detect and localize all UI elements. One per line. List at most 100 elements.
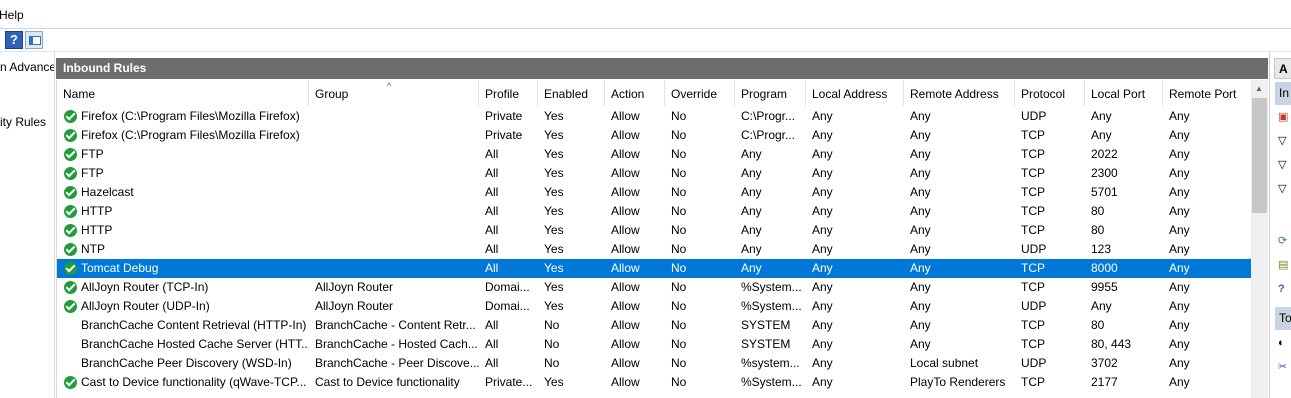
column-header-override[interactable]: Override xyxy=(665,80,735,106)
column-header-name[interactable]: Name xyxy=(57,80,309,106)
cell-remote-port: Any xyxy=(1169,185,1190,199)
cell-action: Allow xyxy=(611,185,640,199)
table-row[interactable]: BranchCache Content Retrieval (HTTP-In) B… xyxy=(57,316,1252,335)
cell-local-address: Any xyxy=(812,280,833,294)
tree-item-security-rules[interactable]: ity Rules xyxy=(0,115,46,129)
table-row[interactable]: Hazelcast All Yes Allow No Any Any Any TCP 5701 An… xyxy=(57,183,1252,202)
table-row[interactable]: BranchCache Hosted Cache Server (HTT... B… xyxy=(57,335,1252,354)
column-header-group[interactable]: Group xyxy=(309,80,479,106)
cell-enabled: Yes xyxy=(544,261,564,275)
cell-program: Any xyxy=(741,223,762,237)
cell-local-port: 2300 xyxy=(1091,166,1118,180)
show-hide-action-pane-icon[interactable] xyxy=(25,31,43,49)
cell-remote-port: Any xyxy=(1169,356,1190,370)
cell-profile: All xyxy=(485,242,499,256)
new-rule-icon[interactable]: ▣ xyxy=(1278,110,1291,124)
cell-enabled: Yes xyxy=(544,185,564,199)
cell-group xyxy=(309,107,479,126)
cell-action: Allow xyxy=(611,223,640,237)
cell-local-port: 2177 xyxy=(1091,375,1118,389)
cell-profile: All xyxy=(485,337,499,351)
cell-group xyxy=(309,126,479,145)
help-icon[interactable]: ? xyxy=(5,31,23,49)
cell-remote-address: Any xyxy=(910,109,931,123)
cell-profile: All xyxy=(485,318,499,332)
table-row[interactable]: Firefox (C:\Program Files\Mozilla Firefo… xyxy=(57,126,1252,145)
table-row[interactable]: Tomcat Debug All Yes Allow No Any Any Any TCP 800… xyxy=(57,259,1252,278)
cell-local-port: Any xyxy=(1091,128,1112,142)
cell-remote-address: Any xyxy=(910,128,931,142)
column-header-remote-address[interactable]: Remote Address xyxy=(904,80,1015,106)
cell-local-port: 80, 443 xyxy=(1091,337,1132,351)
cell-local-port: 80 xyxy=(1091,223,1105,237)
cell-override: No xyxy=(671,261,687,275)
help-action-icon[interactable]: ? xyxy=(1278,282,1291,296)
cell-action: Allow xyxy=(611,299,640,313)
menu-help[interactable]: Help xyxy=(0,8,24,22)
enabled-rule-icon xyxy=(64,186,77,199)
actions-section-selected[interactable]: To xyxy=(1275,307,1291,330)
vertical-scrollbar[interactable]: ▲ xyxy=(1251,80,1268,398)
column-header-action[interactable]: Action xyxy=(605,80,665,106)
enabled-rule-icon xyxy=(64,243,77,256)
table-row[interactable]: FTP All Yes Allow No Any Any Any TCP 2300 Any xyxy=(57,164,1252,183)
cell-remote-port: Any xyxy=(1169,318,1190,332)
cell-group xyxy=(309,202,479,221)
table-row[interactable]: Cast to Device functionality (qWave-TCP.… xyxy=(57,373,1252,392)
cell-remote-port: Any xyxy=(1169,109,1190,123)
cell-program: Any xyxy=(741,204,762,218)
cell-profile: Private xyxy=(485,128,523,142)
cell-action: Allow xyxy=(611,109,640,123)
cell-protocol: UDP xyxy=(1021,356,1047,370)
cell-remote-address: PlayTo Renderers xyxy=(910,375,1006,389)
table-row[interactable]: BranchCache Peer Discovery (WSD-In) Branc… xyxy=(57,354,1252,373)
table-row[interactable]: Firefox (C:\Program Files\Mozilla Firefo… xyxy=(57,107,1252,126)
cell-group: BranchCache - Hosted Cach... xyxy=(315,337,478,351)
filter-state-icon[interactable]: ▽ xyxy=(1278,158,1291,172)
disable-rule-icon[interactable]: ◐ xyxy=(1278,336,1291,350)
cell-action: Allow xyxy=(611,166,640,180)
table-row[interactable]: NTP All Yes Allow No Any Any Any UDP 123 Any xyxy=(57,240,1252,259)
cell-local-address: Any xyxy=(812,337,833,351)
cell-name: BranchCache Peer Discovery (WSD-In) xyxy=(81,356,292,370)
actions-section-inbound[interactable]: In xyxy=(1275,82,1291,105)
cell-name: BranchCache Content Retrieval (HTTP-In) xyxy=(81,318,307,332)
scroll-up-icon[interactable]: ▲ xyxy=(1255,84,1263,93)
export-list-icon[interactable]: ▤ xyxy=(1278,258,1291,272)
scrollbar-thumb[interactable] xyxy=(1252,98,1267,213)
cell-protocol: UDP xyxy=(1021,299,1047,313)
cell-name: FTP xyxy=(81,166,104,180)
cell-remote-address: Any xyxy=(910,185,931,199)
cell-local-port: 123 xyxy=(1091,242,1112,256)
refresh-icon[interactable]: ⟳ xyxy=(1278,234,1291,248)
table-row[interactable]: FTP All Yes Allow No Any Any Any TCP 2022 Any xyxy=(57,145,1252,164)
enabled-rule-icon xyxy=(64,148,77,161)
filter-profile-icon[interactable]: ▽ xyxy=(1278,134,1291,148)
table-row[interactable]: HTTP All Yes Allow No Any Any Any TCP 80 Any xyxy=(57,202,1252,221)
table-row[interactable]: AllJoyn Router (UDP-In) AllJoyn Router Dom… xyxy=(57,297,1252,316)
cell-profile: All xyxy=(485,166,499,180)
table-row[interactable]: AllJoyn Router (TCP-In) AllJoyn Router Dom… xyxy=(57,278,1252,297)
cell-remote-address: Any xyxy=(910,337,931,351)
column-header-protocol[interactable]: Protocol xyxy=(1015,80,1085,106)
tree-item-advanced-security[interactable]: n Advance xyxy=(0,60,54,74)
column-header-local-address[interactable]: Local Address xyxy=(806,80,904,106)
cell-remote-port: Any xyxy=(1169,242,1190,256)
column-header-enabled[interactable]: Enabled xyxy=(538,80,605,106)
column-header-program[interactable]: Program xyxy=(735,80,806,106)
cell-override: No xyxy=(671,318,687,332)
cell-action: Allow xyxy=(611,337,640,351)
column-header-local-port[interactable]: Local Port xyxy=(1085,80,1163,106)
cell-program: Any xyxy=(741,147,762,161)
cell-local-address: Any xyxy=(812,299,833,313)
enabled-rule-icon xyxy=(64,110,77,123)
filter-group-icon[interactable]: ▽ xyxy=(1278,182,1291,196)
cell-enabled: No xyxy=(544,337,560,351)
cut-icon[interactable]: ✂ xyxy=(1278,360,1291,374)
column-header-remote-port[interactable]: Remote Port xyxy=(1163,80,1252,106)
cell-name: HTTP xyxy=(81,223,113,237)
table-row[interactable]: HTTP All Yes Allow No Any Any Any TCP 80 Any xyxy=(57,221,1252,240)
toolbar: ? xyxy=(0,29,1291,52)
column-header-profile[interactable]: Profile xyxy=(479,80,538,106)
cell-group xyxy=(309,221,479,240)
